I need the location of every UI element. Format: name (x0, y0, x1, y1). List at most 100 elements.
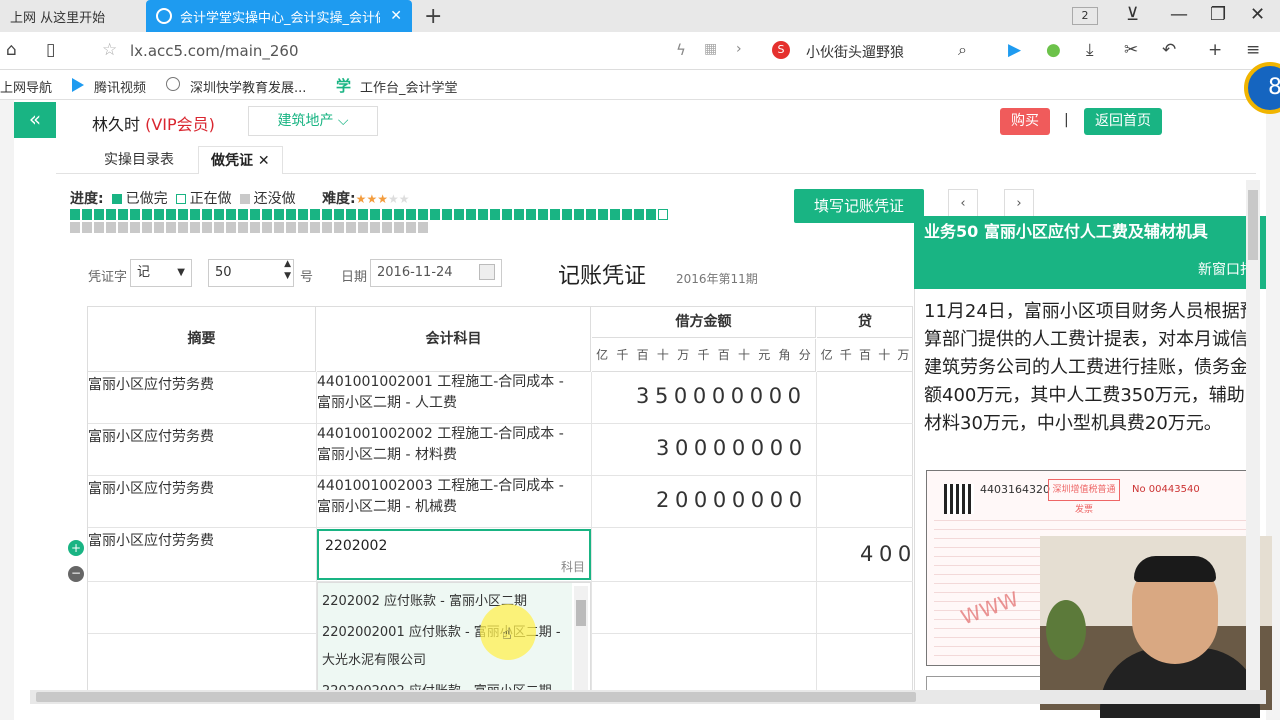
account-cell[interactable]: 4401001002001 工程施工-合同成本 - 富丽小区二期 - 人工费 (317, 372, 589, 414)
credit-amount[interactable]: 400 (860, 542, 917, 566)
progress-cell-done[interactable] (394, 209, 404, 220)
progress-cell-current[interactable] (658, 209, 668, 220)
page-horizontal-scroll-thumb[interactable] (36, 692, 916, 702)
debit-amount[interactable]: 30000000 (656, 436, 808, 460)
home-icon[interactable]: ⌂ (6, 40, 17, 60)
progress-cell-done[interactable] (514, 209, 524, 220)
progress-cell-todo[interactable] (334, 222, 344, 233)
progress-cell-todo[interactable] (238, 222, 248, 233)
search-icon[interactable]: ⌕ (958, 40, 967, 60)
progress-cell-done[interactable] (310, 209, 320, 220)
progress-cell-done[interactable] (538, 209, 548, 220)
account-cell[interactable]: 4401001002003 工程施工-合同成本 - 富丽小区二期 - 机械费 (317, 476, 589, 518)
calendar-icon[interactable] (479, 264, 495, 280)
progress-cell-done[interactable] (574, 209, 584, 220)
tab-make-voucher[interactable]: 做凭证 ✕ (198, 146, 283, 174)
progress-cell-done[interactable] (634, 209, 644, 220)
return-home-button[interactable]: 返回首页 (1084, 108, 1162, 135)
progress-cell-done[interactable] (190, 209, 200, 220)
remove-row-button[interactable]: − (68, 566, 84, 582)
progress-cell-done[interactable] (646, 209, 656, 220)
progress-cell-todo[interactable] (202, 222, 212, 233)
progress-cell-done[interactable] (214, 209, 224, 220)
progress-cell-todo[interactable] (70, 222, 80, 233)
window-count[interactable]: 2 (1072, 7, 1098, 25)
progress-cell-done[interactable] (286, 209, 296, 220)
summary-cell[interactable]: 富丽小区应付劳务费 (88, 426, 214, 446)
page-vertical-scroll-thumb[interactable] (1248, 190, 1258, 260)
progress-cell-done[interactable] (298, 209, 308, 220)
progress-cell-done[interactable] (106, 209, 116, 220)
progress-cell-todo[interactable] (394, 222, 404, 233)
progress-cell-todo[interactable] (94, 222, 104, 233)
progress-cell-done[interactable] (82, 209, 92, 220)
progress-cell-done[interactable] (382, 209, 392, 220)
progress-cell-todo[interactable] (322, 222, 332, 233)
progress-cell-done[interactable] (346, 209, 356, 220)
progress-cell-todo[interactable] (82, 222, 92, 233)
wechat-icon[interactable]: ● (1046, 40, 1061, 60)
progress-cell-todo[interactable] (262, 222, 272, 233)
progress-cell-done[interactable] (130, 209, 140, 220)
account-input[interactable]: 2202002 科目 (317, 529, 591, 580)
progress-cell-todo[interactable] (142, 222, 152, 233)
voucher-number-input[interactable]: 50 ▲ ▼ (208, 259, 294, 287)
progress-cell-done[interactable] (418, 209, 428, 220)
progress-cell-done[interactable] (166, 209, 176, 220)
summary-cell[interactable]: 富丽小区应付劳务费 (88, 530, 214, 550)
download-icon[interactable]: ⤓ (1086, 40, 1094, 60)
progress-cell-todo[interactable] (154, 222, 164, 233)
reader-icon[interactable]: ▯ (46, 40, 55, 60)
industry-dropdown[interactable]: 建筑地产 ⌵ (248, 106, 378, 136)
buy-button[interactable]: 购买 (1000, 108, 1050, 135)
progress-cell-todo[interactable] (226, 222, 236, 233)
shirt-icon[interactable]: ⊻ (1126, 4, 1139, 25)
progress-cell-todo[interactable] (178, 222, 188, 233)
stepper-icon[interactable]: ▲ ▼ (284, 258, 291, 282)
progress-cell-done[interactable] (406, 209, 416, 220)
progress-cell-todo[interactable] (130, 222, 140, 233)
close-icon[interactable]: ✕ (258, 153, 270, 169)
progress-cell-done[interactable] (430, 209, 440, 220)
suggestion-scroll-thumb[interactable] (576, 600, 586, 626)
summary-cell[interactable]: 富丽小区应付劳务费 (88, 374, 214, 394)
favorite-star-icon[interactable]: ☆ (102, 40, 117, 60)
close-icon[interactable]: ✕ (390, 8, 402, 24)
bookmark-item[interactable]: 腾讯视频 (94, 77, 146, 96)
add-row-button[interactable]: + (68, 540, 84, 556)
progress-cell-done[interactable] (274, 209, 284, 220)
menu-icon[interactable]: ≡ (1246, 40, 1260, 60)
progress-cell-todo[interactable] (274, 222, 284, 233)
progress-cell-done[interactable] (238, 209, 248, 220)
progress-cell-done[interactable] (94, 209, 104, 220)
progress-cell-done[interactable] (262, 209, 272, 220)
browser-tab-active[interactable]: 会计学堂实操中心_会计实操_会计做账 ✕ (146, 0, 412, 32)
progress-cell-done[interactable] (466, 209, 476, 220)
progress-cell-todo[interactable] (406, 222, 416, 233)
progress-cell-done[interactable] (334, 209, 344, 220)
progress-cell-done[interactable] (490, 209, 500, 220)
progress-cell-done[interactable] (358, 209, 368, 220)
progress-cell-todo[interactable] (118, 222, 128, 233)
minimize-icon[interactable]: — (1170, 4, 1188, 25)
progress-cell-done[interactable] (226, 209, 236, 220)
progress-cell-todo[interactable] (250, 222, 260, 233)
debit-amount[interactable]: 350000000 (636, 384, 807, 408)
progress-cell-done[interactable] (526, 209, 536, 220)
window-close-icon[interactable]: ✕ (1250, 4, 1265, 25)
lightning-icon[interactable]: ϟ (676, 41, 686, 59)
account-cell[interactable]: 4401001002002 工程施工-合同成本 - 富丽小区二期 - 材料费 (317, 424, 589, 466)
progress-cell-done[interactable] (610, 209, 620, 220)
progress-cell-done[interactable] (178, 209, 188, 220)
summary-cell[interactable]: 富丽小区应付劳务费 (88, 478, 214, 498)
chevron-right-icon[interactable]: › (736, 41, 742, 57)
maximize-icon[interactable]: ❐ (1210, 4, 1226, 25)
next-button[interactable]: › (1004, 189, 1034, 219)
progress-cell-done[interactable] (118, 209, 128, 220)
progress-cell-done[interactable] (142, 209, 152, 220)
progress-cell-done[interactable] (454, 209, 464, 220)
progress-cell-todo[interactable] (418, 222, 428, 233)
progress-cell-done[interactable] (622, 209, 632, 220)
tab-practice-catalog[interactable]: 实操目录表 (92, 146, 186, 174)
date-input[interactable]: 2016-11-24 (370, 259, 502, 287)
